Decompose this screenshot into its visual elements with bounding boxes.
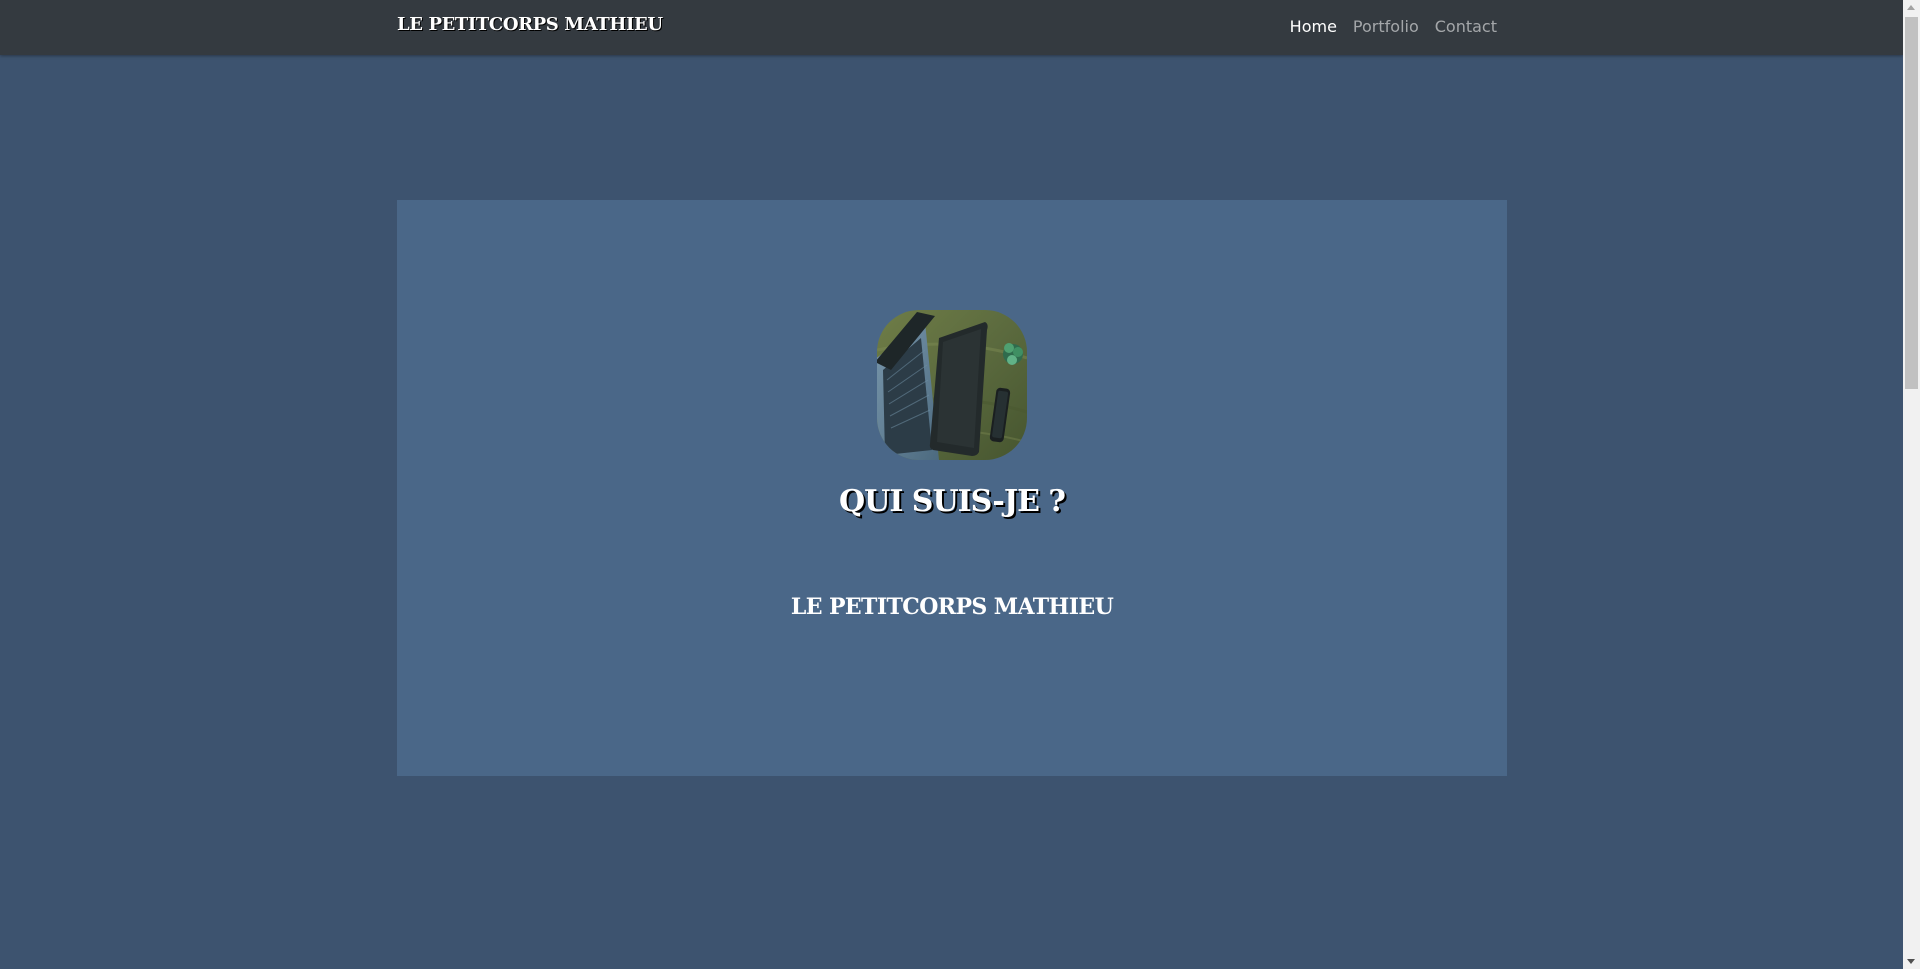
navbar-brand[interactable]: LE PETITCORPS MATHIEU (397, 14, 663, 35)
navbar: LE PETITCORPS MATHIEU Home Portfolio Con… (0, 0, 1903, 55)
avatar (877, 310, 1027, 460)
owner-name: LE PETITCORPS MATHIEU (790, 594, 1114, 620)
hero-card: QUI SUIS-JE ? LE PETITCORPS MATHIEU (397, 200, 1507, 776)
laptop-desk-photo-icon (877, 310, 1027, 460)
nav-links: Home Portfolio Contact (1290, 17, 1497, 36)
nav-link-contact[interactable]: Contact (1435, 17, 1497, 36)
scroll-up-arrow-icon[interactable] (1907, 5, 1915, 10)
page-title: QUI SUIS-JE ? (839, 484, 1066, 519)
nav-link-home[interactable]: Home (1290, 17, 1337, 36)
nav-link-portfolio[interactable]: Portfolio (1353, 17, 1419, 36)
scroll-thumb[interactable] (1905, 17, 1918, 389)
page: LE PETITCORPS MATHIEU Home Portfolio Con… (0, 0, 1920, 969)
scroll-down-arrow-icon[interactable] (1907, 959, 1915, 964)
scrollbar[interactable] (1903, 0, 1920, 969)
